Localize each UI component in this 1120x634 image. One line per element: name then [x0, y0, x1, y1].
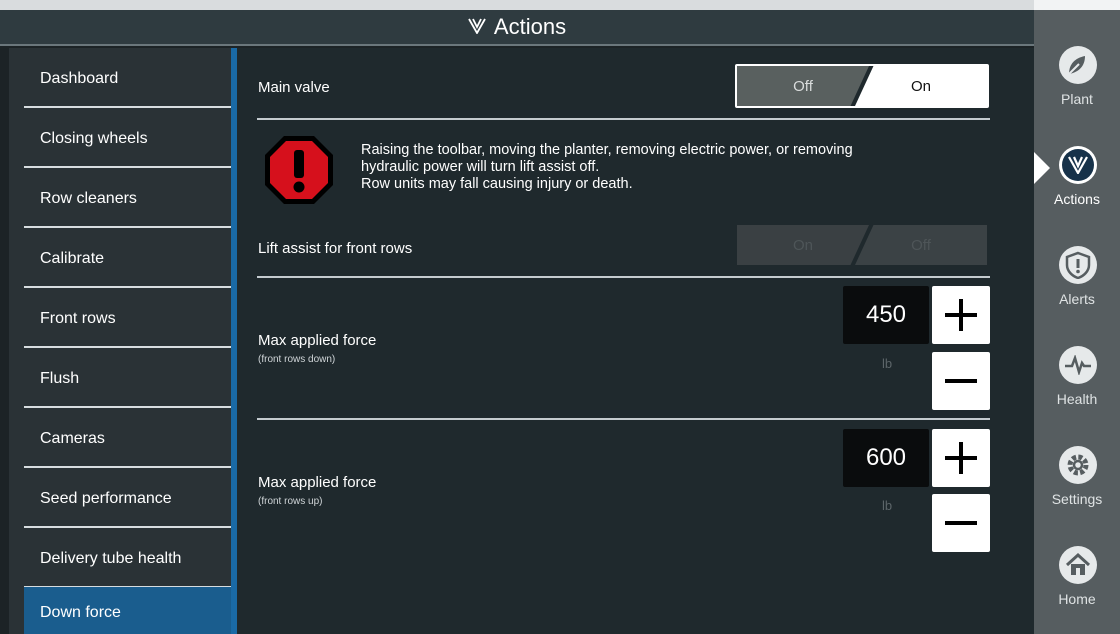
alerts-shield-icon: [1059, 246, 1097, 284]
actions-icon: [1059, 146, 1097, 184]
force-down-value[interactable]: 450: [843, 286, 929, 344]
main-valve-label: Main valve: [258, 79, 330, 96]
force-down-decrement-button[interactable]: [932, 352, 990, 410]
minus-icon: [945, 379, 977, 383]
actions-icon: [468, 14, 486, 40]
nav-alerts[interactable]: Alerts: [1034, 246, 1120, 336]
plus-icon: [945, 299, 977, 331]
force-up-unit: lb: [882, 498, 893, 513]
sidebar-item-front-rows[interactable]: Front rows: [24, 290, 231, 348]
divider: [257, 418, 990, 420]
page-title: Actions: [493, 14, 567, 39]
warning-line: Raising the toolbar, moving the planter,…: [361, 142, 853, 158]
health-pulse-icon: [1059, 346, 1097, 384]
nav-plant[interactable]: Plant: [1034, 46, 1120, 136]
top-strip-right: [1034, 0, 1120, 10]
active-nav-pointer: [1034, 152, 1050, 184]
main-valve-toggle[interactable]: Off On: [735, 64, 989, 108]
top-strip: [0, 0, 1120, 10]
force-down-label: Max applied force: [258, 332, 377, 349]
nav-alerts-label: Alerts: [1059, 291, 1095, 307]
main-panel: Main valve Off On Raising the toolbar, m…: [237, 48, 1034, 634]
sidebar-item-seed-performance[interactable]: Seed performance: [24, 470, 231, 528]
right-nav-bar: Plant Actions Alerts Health Settings Hom…: [1034, 10, 1120, 634]
sidebar-item-calibrate[interactable]: Calibrate: [24, 230, 231, 288]
lift-assist-off-option[interactable]: Off: [855, 225, 987, 265]
force-down-increment-button[interactable]: [932, 286, 990, 344]
warning-text: Raising the toolbar, moving the planter,…: [361, 142, 1001, 193]
gear-icon: [1059, 446, 1097, 484]
minus-icon: [945, 521, 977, 525]
sidebar: Dashboard Closing wheels Row cleaners Ca…: [9, 48, 231, 634]
nav-actions-label: Actions: [1054, 191, 1100, 207]
nav-home-label: Home: [1058, 591, 1096, 607]
warning-line: Row units may fall causing injury or dea…: [361, 176, 633, 192]
lift-assist-toggle[interactable]: On Off: [735, 223, 989, 267]
divider: [257, 276, 990, 278]
force-down-sublabel: (front rows down): [258, 354, 336, 365]
force-up-decrement-button[interactable]: [932, 494, 990, 552]
force-up-increment-button[interactable]: [932, 429, 990, 487]
title-bar: Actions: [0, 10, 1034, 46]
warning-octagon-icon: [265, 136, 333, 204]
lift-assist-label: Lift assist for front rows: [258, 240, 413, 257]
sidebar-item-dashboard[interactable]: Dashboard: [24, 50, 231, 108]
divider: [257, 118, 990, 120]
sidebar-item-flush[interactable]: Flush: [24, 350, 231, 408]
sidebar-item-down-force[interactable]: Down force: [24, 587, 231, 634]
plus-icon: [945, 442, 977, 474]
warning-line: hydraulic power will turn lift assist of…: [361, 159, 600, 175]
nav-settings-label: Settings: [1051, 491, 1103, 507]
sidebar-item-cameras[interactable]: Cameras: [24, 410, 231, 468]
sidebar-item-closing-wheels[interactable]: Closing wheels: [24, 110, 231, 168]
plant-icon: [1059, 46, 1097, 84]
nav-plant-label: Plant: [1061, 91, 1093, 107]
lift-assist-on-option[interactable]: On: [737, 225, 869, 265]
nav-settings[interactable]: Settings: [1034, 446, 1120, 536]
force-down-unit: lb: [882, 356, 893, 371]
sidebar-item-delivery-tube-health[interactable]: Delivery tube health: [24, 530, 231, 588]
sidebar-item-row-cleaners[interactable]: Row cleaners: [24, 170, 231, 228]
nav-home[interactable]: Home: [1034, 546, 1120, 634]
nav-health[interactable]: Health: [1034, 346, 1120, 436]
force-up-value[interactable]: 600: [843, 429, 929, 487]
force-up-label: Max applied force: [258, 474, 377, 491]
nav-health-label: Health: [1056, 391, 1098, 407]
main-valve-off-option[interactable]: Off: [737, 66, 869, 106]
main-valve-on-option[interactable]: On: [855, 66, 987, 106]
home-icon: [1059, 546, 1097, 584]
force-up-sublabel: (front rows up): [258, 496, 323, 507]
